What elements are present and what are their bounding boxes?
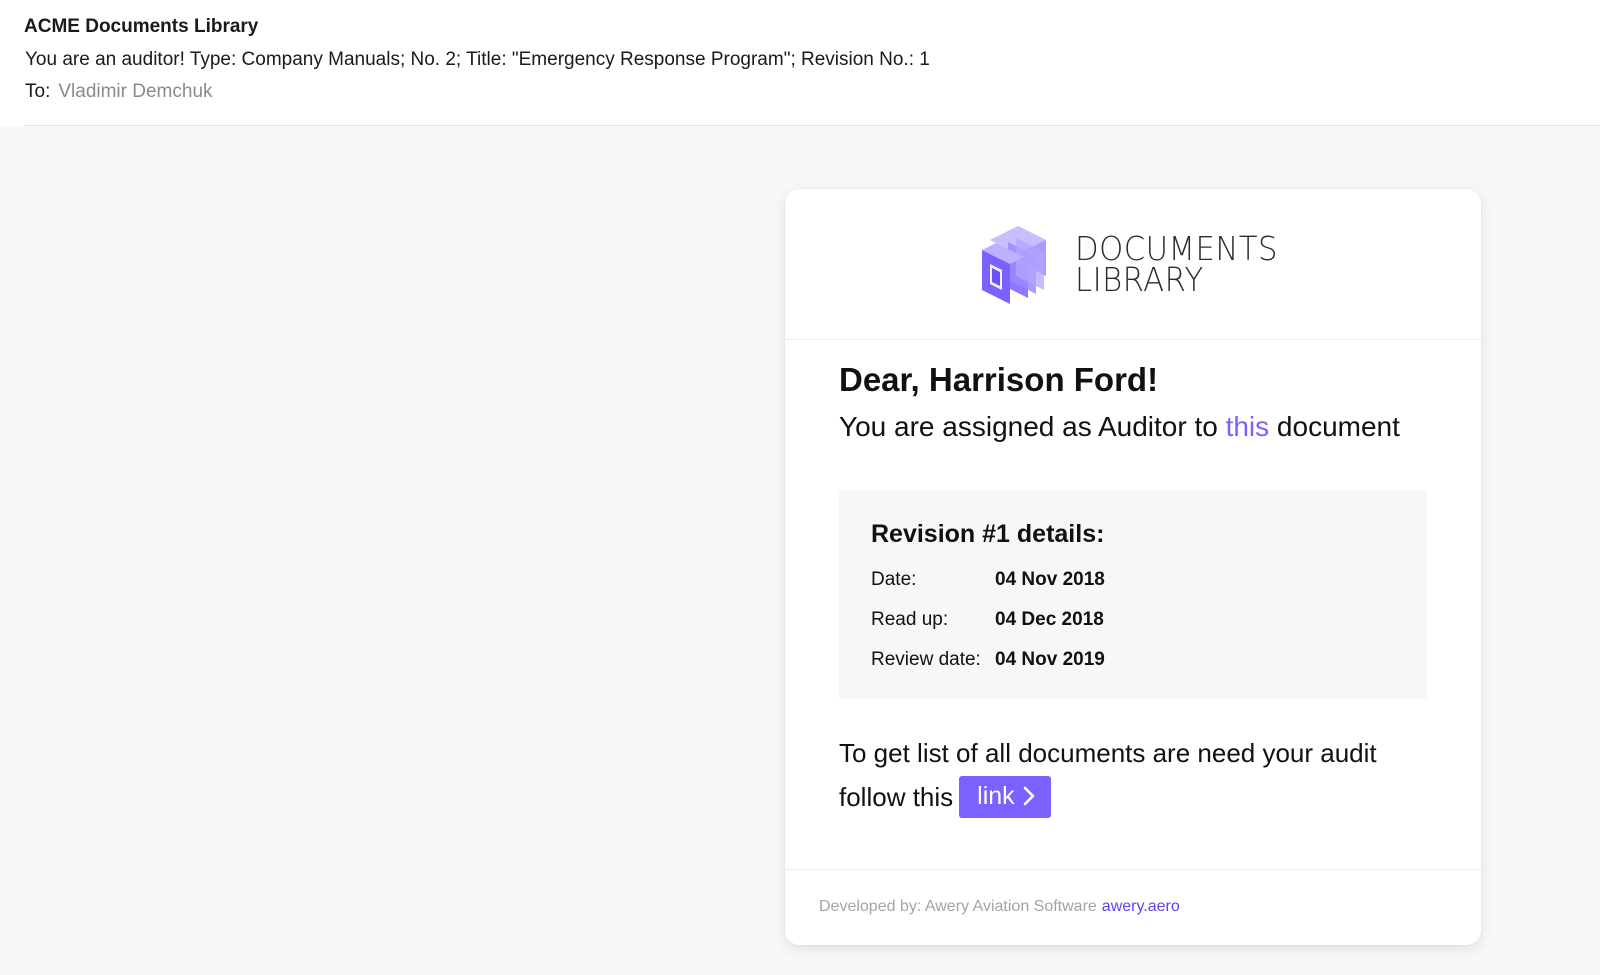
email-sender: ACME Documents Library [24, 16, 259, 37]
footer-text: Developed by: Awery Aviation Software awe… [819, 898, 1180, 916]
audit-instructions: To get list of all documents are need yo… [839, 731, 1429, 820]
audit-link-button[interactable]: link [959, 776, 1051, 819]
cube-logo-icon [982, 226, 1046, 304]
logo-text-line2: LIBRARY [1075, 260, 1204, 299]
link-button-label: link [977, 782, 1015, 811]
to-label: To: [25, 81, 51, 102]
email-card: DOCUMENTS LIBRARY Dear, Harrison Ford! Y… [785, 189, 1481, 945]
audit-line-1: To get list of all documents are need yo… [839, 738, 1377, 768]
document-link[interactable]: this [1226, 411, 1270, 442]
detail-label: Review date: [871, 649, 981, 670]
detail-label: Read up: [871, 609, 949, 630]
email-recipient-line: To: Vladimir Demchuk [25, 81, 213, 103]
website-link[interactable]: awery.aero [1102, 898, 1180, 915]
logo-area: DOCUMENTS LIBRARY [785, 189, 1481, 340]
logo-wordmark: DOCUMENTS LIBRARY [1075, 232, 1278, 299]
greeting-heading: Dear, Harrison Ford! [839, 361, 1159, 398]
detail-row-review-date: Review date: 04 Nov 2019 [871, 649, 1105, 671]
detail-row-date: Date: 04 Nov 2018 [871, 569, 1105, 591]
detail-label: Date: [871, 569, 917, 590]
detail-value: 04 Dec 2018 [995, 609, 1104, 630]
message-body: Dear, Harrison Ford! You are assigned as… [839, 361, 1429, 443]
detail-value: 04 Nov 2018 [995, 569, 1105, 590]
chevron-right-icon [1023, 786, 1034, 806]
developer-credit: Developed by: Awery Aviation Software [819, 898, 1097, 915]
revision-details-title: Revision #1 details: [871, 520, 1105, 548]
detail-row-read-up: Read up: 04 Dec 2018 [871, 609, 1104, 631]
header-divider [24, 125, 1600, 126]
assignment-text-after: document [1269, 411, 1400, 442]
revision-details-box: Revision #1 details: Date: 04 Nov 2018 Re… [839, 490, 1427, 699]
email-footer: Developed by: Awery Aviation Software awe… [785, 869, 1481, 946]
assignment-text: You are assigned as Auditor to this docu… [839, 411, 1429, 443]
detail-value: 04 Nov 2019 [995, 649, 1105, 670]
email-subject: You are an auditor! Type: Company Manual… [25, 49, 930, 70]
email-header: ACME Documents Library You are an audito… [0, 0, 1600, 126]
assignment-text-before: You are assigned as Auditor to [839, 411, 1226, 442]
audit-line-2-text: follow this [839, 782, 954, 812]
recipient-name[interactable]: Vladimir Demchuk [58, 81, 212, 102]
audit-line-2: follow this link [839, 775, 1429, 820]
